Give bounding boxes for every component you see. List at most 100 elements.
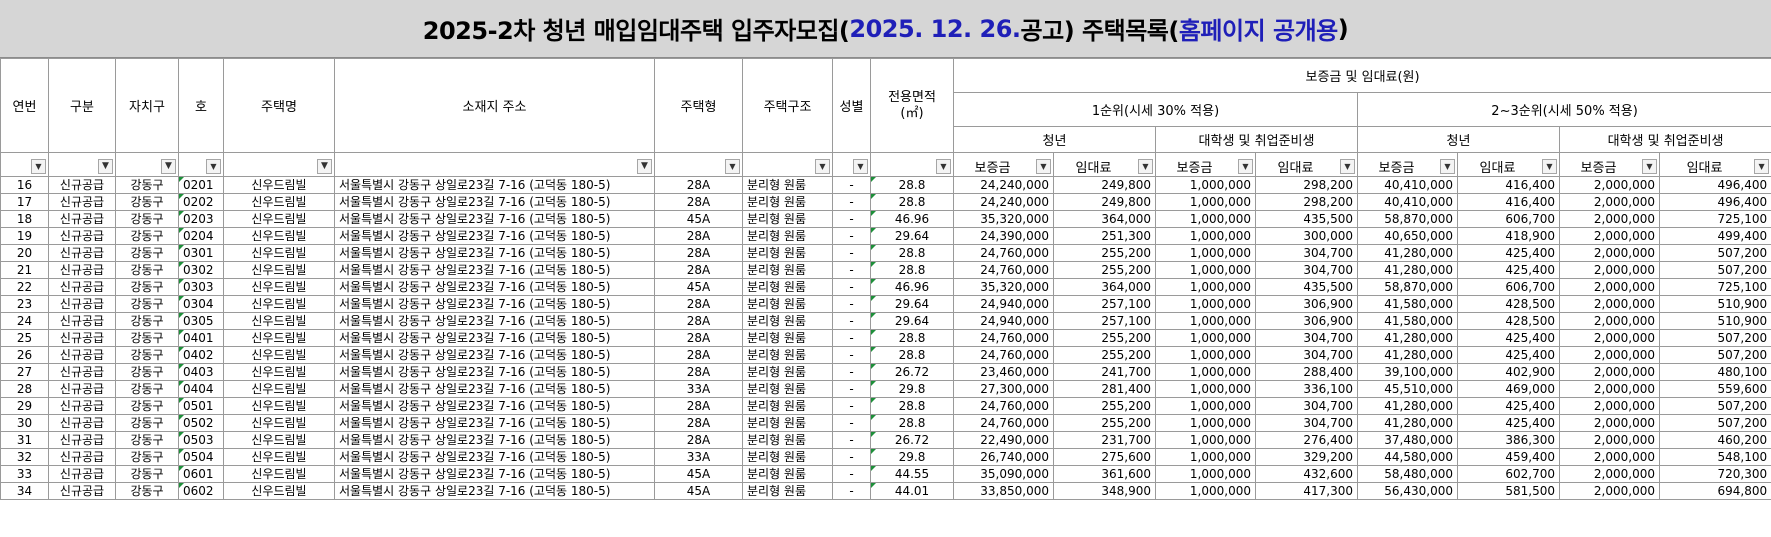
cell-r1-youth-rent[interactable]: 255,200 xyxy=(1053,244,1156,262)
cell-gender[interactable]: - xyxy=(832,176,871,194)
cell-r1-youth-deposit[interactable]: 35,320,000 xyxy=(953,210,1054,228)
cell-structure[interactable]: 분리형 원룸 xyxy=(742,295,833,313)
cell-r23-student-deposit[interactable]: 2,000,000 xyxy=(1559,227,1660,245)
cell-structure[interactable]: 분리형 원룸 xyxy=(742,244,833,262)
cell-r23-student-deposit[interactable]: 2,000,000 xyxy=(1559,482,1660,500)
cell-r23-youth-rent[interactable]: 425,400 xyxy=(1457,414,1560,432)
cell-category[interactable]: 신규공급 xyxy=(48,346,116,364)
cell-category[interactable]: 신규공급 xyxy=(48,193,116,211)
cell-address[interactable]: 서울특별시 강동구 상일로23길 7-16 (고덕동 180-5) xyxy=(334,380,655,398)
cell-unit[interactable]: 0502 xyxy=(178,414,224,432)
cell-r23-youth-rent[interactable]: 416,400 xyxy=(1457,176,1560,194)
cell-r1-youth-deposit[interactable]: 24,760,000 xyxy=(953,329,1054,347)
cell-r1-student-rent[interactable]: 336,100 xyxy=(1255,380,1358,398)
dropdown-arrow-icon[interactable]: ▼ xyxy=(31,159,46,174)
cell-r23-student-rent[interactable]: 507,200 xyxy=(1658,244,1771,262)
cell-unit[interactable]: 0401 xyxy=(178,329,224,347)
cell-address[interactable]: 서울특별시 강동구 상일로23길 7-16 (고덕동 180-5) xyxy=(334,312,655,330)
cell-gender[interactable]: - xyxy=(832,465,871,483)
cell-house-name[interactable]: 신우드림빌 xyxy=(223,363,335,381)
cell-r23-youth-deposit[interactable]: 40,410,000 xyxy=(1357,176,1458,194)
cell-gender[interactable]: - xyxy=(832,244,871,262)
cell-category[interactable]: 신규공급 xyxy=(48,312,116,330)
cell-r23-student-rent[interactable]: 548,100 xyxy=(1658,448,1771,466)
cell-house-name[interactable]: 신우드림빌 xyxy=(223,278,335,296)
dropdown-arrow-icon[interactable]: ▼ xyxy=(815,159,830,174)
cell-house-type[interactable]: 28A xyxy=(654,363,743,381)
cell-district[interactable]: 강동구 xyxy=(115,227,179,245)
cell-r23-youth-deposit[interactable]: 41,280,000 xyxy=(1357,244,1458,262)
cell-r1-youth-rent[interactable]: 257,100 xyxy=(1053,312,1156,330)
cell-district[interactable]: 강동구 xyxy=(115,176,179,194)
cell-unit[interactable]: 0503 xyxy=(178,431,224,449)
cell-r23-student-deposit[interactable]: 2,000,000 xyxy=(1559,363,1660,381)
cell-r23-youth-rent[interactable]: 402,900 xyxy=(1457,363,1560,381)
cell-category[interactable]: 신규공급 xyxy=(48,244,116,262)
cell-r23-student-rent[interactable]: 510,900 xyxy=(1658,312,1771,330)
table-row[interactable]: 23 신규공급 강동구 0304 신우드림빌 서울특별시 강동구 상일로23길 7-16 … xyxy=(0,295,1771,313)
cell-category[interactable]: 신규공급 xyxy=(48,227,116,245)
cell-unit[interactable]: 0304 xyxy=(178,295,224,313)
cell-r23-student-rent[interactable]: 460,200 xyxy=(1658,431,1771,449)
cell-area[interactable]: 46.96 xyxy=(870,278,954,296)
cell-unit[interactable]: 0601 xyxy=(178,465,224,483)
cell-r1-youth-deposit[interactable]: 23,460,000 xyxy=(953,363,1054,381)
cell-house-name[interactable]: 신우드림빌 xyxy=(223,295,335,313)
cell-gender[interactable]: - xyxy=(832,295,871,313)
dropdown-arrow-icon[interactable]: ▼ xyxy=(936,159,951,174)
cell-seq[interactable]: 26 xyxy=(0,346,49,364)
cell-unit[interactable]: 0303 xyxy=(178,278,224,296)
cell-structure[interactable]: 분리형 원룸 xyxy=(742,414,833,432)
cell-gender[interactable]: - xyxy=(832,380,871,398)
cell-r1-student-rent[interactable]: 306,900 xyxy=(1255,295,1358,313)
cell-house-name[interactable]: 신우드림빌 xyxy=(223,312,335,330)
cell-area[interactable]: 28.8 xyxy=(870,346,954,364)
cell-r23-youth-rent[interactable]: 469,000 xyxy=(1457,380,1560,398)
cell-structure[interactable]: 분리형 원룸 xyxy=(742,227,833,245)
cell-r1-student-rent[interactable]: 304,700 xyxy=(1255,261,1358,279)
cell-r1-youth-deposit[interactable]: 27,300,000 xyxy=(953,380,1054,398)
cell-r1-student-deposit[interactable]: 1,000,000 xyxy=(1155,244,1256,262)
cell-house-type[interactable]: 28A xyxy=(654,244,743,262)
cell-r1-youth-rent[interactable]: 255,200 xyxy=(1053,397,1156,415)
cell-district[interactable]: 강동구 xyxy=(115,431,179,449)
cell-r23-youth-deposit[interactable]: 41,280,000 xyxy=(1357,346,1458,364)
cell-district[interactable]: 강동구 xyxy=(115,397,179,415)
cell-category[interactable]: 신규공급 xyxy=(48,261,116,279)
cell-district[interactable]: 강동구 xyxy=(115,346,179,364)
cell-house-name[interactable]: 신우드림빌 xyxy=(223,227,335,245)
table-row[interactable]: 18 신규공급 강동구 0203 신우드림빌 서울특별시 강동구 상일로23길 7-16 … xyxy=(0,210,1771,228)
cell-house-name[interactable]: 신우드림빌 xyxy=(223,261,335,279)
cell-house-type[interactable]: 28A xyxy=(654,431,743,449)
cell-r23-youth-rent[interactable]: 602,700 xyxy=(1457,465,1560,483)
cell-r1-youth-deposit[interactable]: 24,760,000 xyxy=(953,261,1054,279)
table-row[interactable]: 17 신규공급 강동구 0202 신우드림빌 서울특별시 강동구 상일로23길 7-16 … xyxy=(0,193,1771,211)
cell-r23-youth-rent[interactable]: 416,400 xyxy=(1457,193,1560,211)
dropdown-arrow-icon[interactable]: ▼ xyxy=(206,159,221,174)
cell-district[interactable]: 강동구 xyxy=(115,295,179,313)
cell-r1-youth-deposit[interactable]: 22,490,000 xyxy=(953,431,1054,449)
cell-r1-student-deposit[interactable]: 1,000,000 xyxy=(1155,261,1256,279)
table-row[interactable]: 30 신규공급 강동구 0502 신우드림빌 서울특별시 강동구 상일로23길 7-16 … xyxy=(0,414,1771,432)
cell-gender[interactable]: - xyxy=(832,414,871,432)
cell-r1-youth-deposit[interactable]: 35,320,000 xyxy=(953,278,1054,296)
cell-address[interactable]: 서울특별시 강동구 상일로23길 7-16 (고덕동 180-5) xyxy=(334,295,655,313)
cell-seq[interactable]: 29 xyxy=(0,397,49,415)
cell-district[interactable]: 강동구 xyxy=(115,261,179,279)
cell-r1-student-rent[interactable]: 304,700 xyxy=(1255,346,1358,364)
cell-category[interactable]: 신규공급 xyxy=(48,295,116,313)
cell-r23-youth-rent[interactable]: 425,400 xyxy=(1457,397,1560,415)
cell-area[interactable]: 28.8 xyxy=(870,244,954,262)
cell-r1-student-rent[interactable]: 432,600 xyxy=(1255,465,1358,483)
cell-r1-student-deposit[interactable]: 1,000,000 xyxy=(1155,448,1256,466)
cell-house-type[interactable]: 28A xyxy=(654,227,743,245)
cell-r1-student-rent[interactable]: 304,700 xyxy=(1255,414,1358,432)
cell-house-name[interactable]: 신우드림빌 xyxy=(223,397,335,415)
cell-r23-student-deposit[interactable]: 2,000,000 xyxy=(1559,431,1660,449)
cell-r1-student-deposit[interactable]: 1,000,000 xyxy=(1155,193,1256,211)
cell-r23-student-rent[interactable]: 725,100 xyxy=(1658,210,1771,228)
cell-gender[interactable]: - xyxy=(832,227,871,245)
cell-r1-youth-rent[interactable]: 255,200 xyxy=(1053,261,1156,279)
cell-r23-youth-rent[interactable]: 386,300 xyxy=(1457,431,1560,449)
dropdown-arrow-icon[interactable]: ▼ xyxy=(1340,159,1355,174)
